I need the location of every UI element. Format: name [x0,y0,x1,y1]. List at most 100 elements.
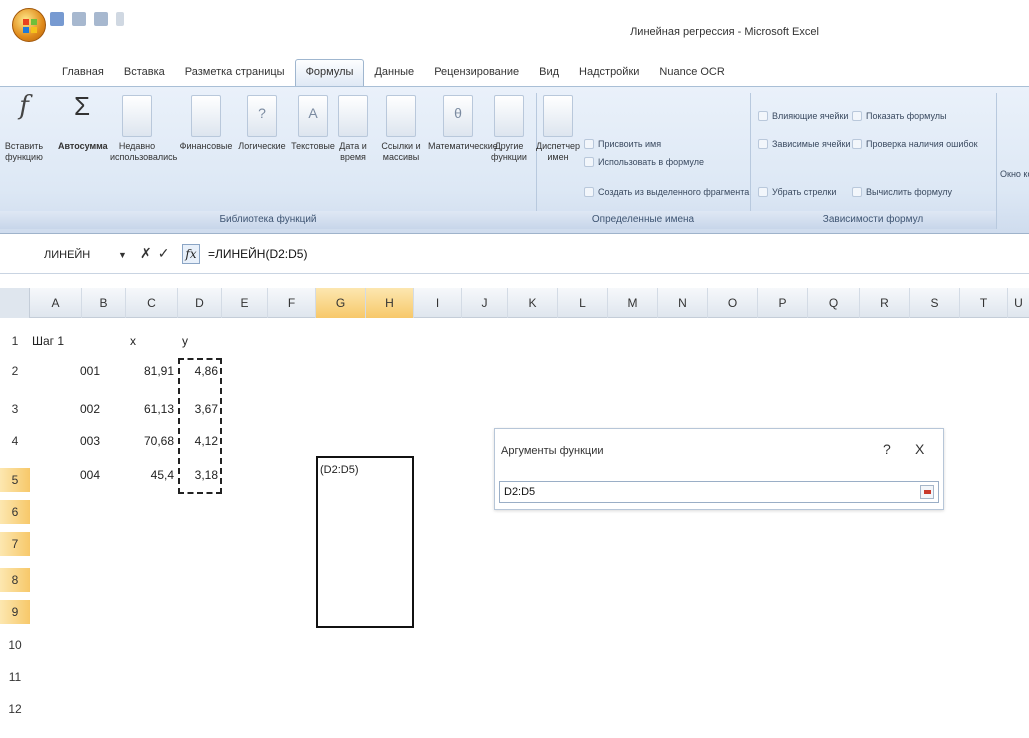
tab-review[interactable]: Рецензирование [424,60,529,86]
cancel-icon[interactable]: ✗ [140,245,152,262]
row-header-9[interactable]: 9 [0,600,30,624]
function-arguments-dialog: Аргументы функции ? X D2:D5 [494,428,944,510]
row-header-5[interactable]: 5 [0,468,30,492]
remove-arrows-button[interactable]: Убрать стрелки [758,187,836,197]
book-text-icon: A [298,95,328,137]
tab-insert[interactable]: Вставка [114,60,175,86]
tab-formulas[interactable]: Формулы [294,59,365,86]
col-header-e[interactable]: E [222,288,268,318]
row-header-3[interactable]: 3 [0,402,30,416]
book-theta-icon: θ [443,95,473,137]
row-header-6[interactable]: 6 [0,500,30,524]
cell-c2[interactable]: 81,91 [126,364,174,378]
enter-icon[interactable]: ✓ [158,245,170,262]
col-header-u[interactable]: U [1008,288,1029,318]
edit-cell-text[interactable]: (D2:D5) [320,464,359,476]
quick-access-toolbar [50,12,124,26]
row-header-8[interactable]: 8 [0,568,30,592]
name-box[interactable]: ЛИНЕЙН [14,244,124,266]
row-header-2[interactable]: 2 [0,364,30,378]
formula-input[interactable]: =ЛИНЕЙН(D2:D5) [208,247,307,261]
logical-button[interactable]: ? Логические [234,95,290,152]
cell-c3[interactable]: 61,13 [126,402,174,416]
tab-data[interactable]: Данные [364,60,424,86]
col-header-i[interactable]: I [414,288,462,318]
lookup-button[interactable]: Ссылки и массивы [372,95,430,163]
customize-qat-icon[interactable] [116,12,124,26]
evaluate-formula-button[interactable]: Вычислить формулу [852,187,952,197]
sigma-icon: Σ [73,91,91,121]
cell-b5[interactable]: 004 [80,468,100,482]
tab-page-layout[interactable]: Разметка страницы [175,60,295,86]
assign-name-button[interactable]: Присвоить имя [584,139,661,149]
col-header-h[interactable]: H [366,288,414,318]
row-header-4[interactable]: 4 [0,434,30,448]
tab-view[interactable]: Вид [529,60,569,86]
chevron-down-icon[interactable]: ▼ [118,250,127,260]
copy-range-marquee [178,358,222,494]
col-header-q[interactable]: Q [808,288,860,318]
trace-precedents-button[interactable]: Влияющие ячейки [758,111,848,121]
cell-c5[interactable]: 45,4 [126,468,174,482]
col-header-t[interactable]: T [960,288,1008,318]
create-from-selection-button[interactable]: Создать из выделенного фрагмента [584,187,749,197]
cell-c4[interactable]: 70,68 [126,434,174,448]
cell-c1[interactable]: x [130,334,136,348]
name-manager-button[interactable]: Диспетчер имен [536,95,580,163]
col-header-n[interactable]: N [658,288,708,318]
col-header-s[interactable]: S [910,288,960,318]
col-header-d[interactable]: D [178,288,222,318]
row-header-11[interactable]: 11 [0,670,30,684]
argument-input[interactable]: D2:D5 [499,481,939,503]
row-header-10[interactable]: 10 [0,638,30,652]
undo-icon[interactable] [72,12,86,26]
ribbon-separator [996,93,997,229]
autosum-button[interactable]: Σ Автосумма [58,91,108,152]
cell-b4[interactable]: 003 [80,434,100,448]
redo-icon[interactable] [94,12,108,26]
col-header-k[interactable]: K [508,288,558,318]
select-all-corner[interactable] [0,288,30,318]
help-button[interactable]: ? [883,441,891,457]
more-functions-button[interactable]: Другие функции [486,95,532,163]
math-button[interactable]: θ Математические [428,95,498,152]
cell-b3[interactable]: 002 [80,402,100,416]
col-header-r[interactable]: R [860,288,910,318]
expand-dialog-icon[interactable] [920,485,934,499]
use-in-formula-button[interactable]: Использовать в формуле [584,157,704,167]
insert-function-button[interactable]: f Вставить функцию [2,93,46,163]
error-check-button[interactable]: Проверка наличия ошибок [852,139,978,149]
row-header-12[interactable]: 12 [0,702,30,716]
col-header-j[interactable]: J [462,288,508,318]
cell-d1[interactable]: y [182,334,188,348]
row-header-1[interactable]: 1 [0,334,30,348]
save-icon[interactable] [50,12,64,26]
cell-a1[interactable]: Шаг 1 [32,334,64,348]
selected-range[interactable] [316,456,414,628]
cell-b2[interactable]: 001 [80,364,100,378]
col-header-m[interactable]: M [608,288,658,318]
col-header-l[interactable]: L [558,288,608,318]
col-header-a[interactable]: A [30,288,82,318]
insert-function-icon[interactable]: fx [182,244,200,264]
col-header-c[interactable]: C [126,288,178,318]
col-header-p[interactable]: P [758,288,808,318]
tab-addins[interactable]: Надстройки [569,60,649,86]
book-calendar-icon [338,95,368,137]
watch-window-button[interactable]: Окно контрольного значения [1000,169,1029,179]
row-header-7[interactable]: 7 [0,532,30,556]
close-button[interactable]: X [915,441,924,457]
col-header-f[interactable]: F [268,288,316,318]
text-functions-button[interactable]: A Текстовые [290,95,336,152]
col-header-g[interactable]: G [316,288,366,318]
show-formulas-button[interactable]: Показать формулы [852,111,947,121]
col-header-b[interactable]: B [82,288,126,318]
trace-dependents-button[interactable]: Зависимые ячейки [758,139,851,149]
financial-button[interactable]: Финансовые [176,95,236,152]
datetime-button[interactable]: Дата и время [334,95,372,163]
recent-functions-button[interactable]: Недавно использовались [110,95,177,163]
tab-nuance-ocr[interactable]: Nuance OCR [649,60,734,86]
formula-bar: ЛИНЕЙН ▼ ✗ ✓ fx =ЛИНЕЙН(D2:D5) [0,236,1029,274]
tab-home[interactable]: Главная [52,60,114,86]
col-header-o[interactable]: O [708,288,758,318]
